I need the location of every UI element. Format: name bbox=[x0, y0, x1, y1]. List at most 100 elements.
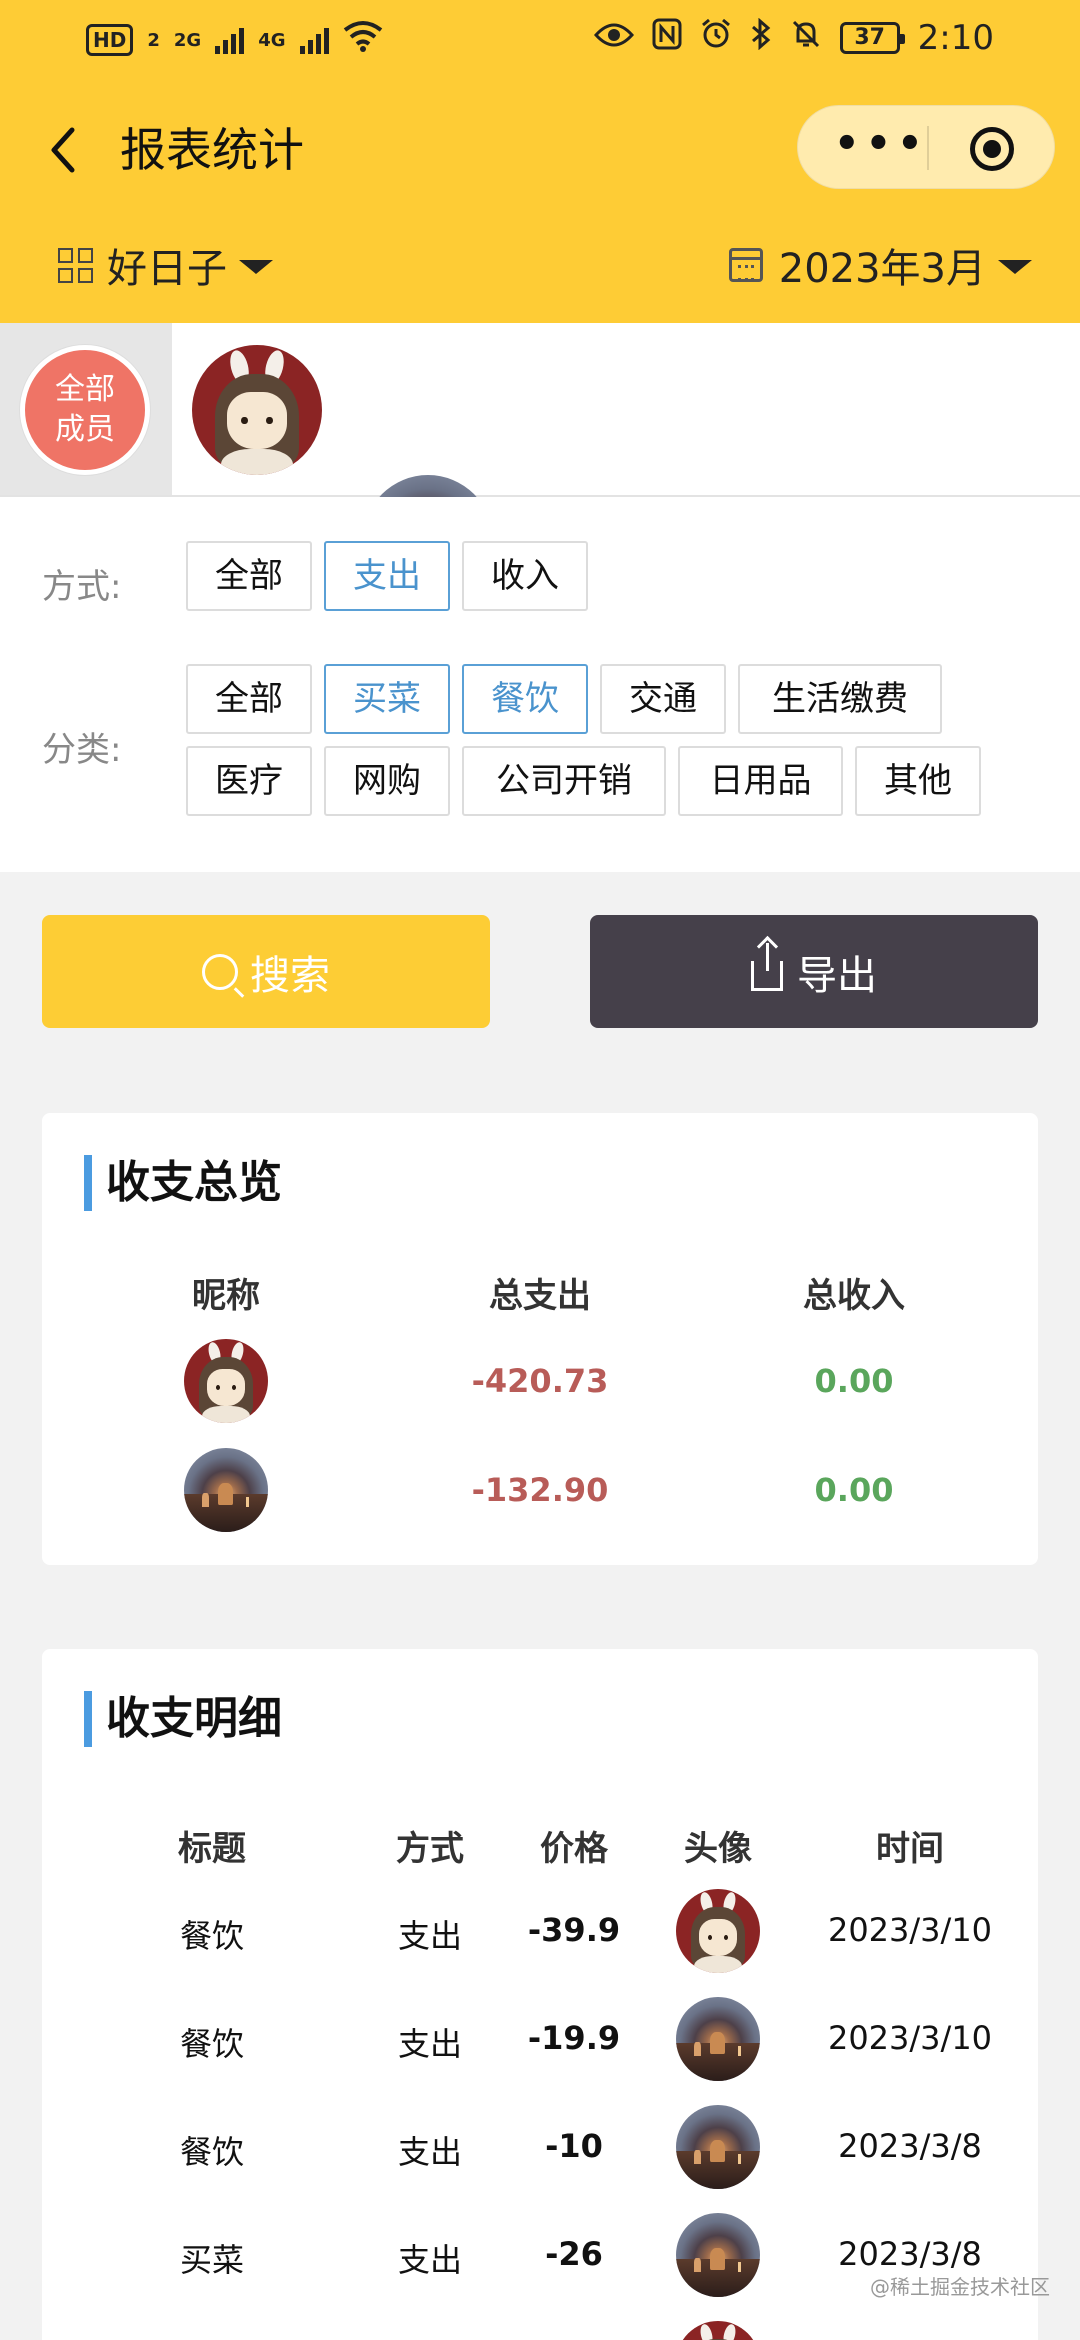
bluetooth-icon bbox=[750, 17, 772, 58]
nav-bar: 报表统计 ••• bbox=[0, 100, 1080, 200]
category-tag-groceries[interactable]: 买菜 bbox=[324, 664, 450, 734]
detail-header-time: 时间 bbox=[876, 1829, 944, 1869]
detail-row-title: 餐饮 bbox=[179, 2025, 244, 2063]
detail-row-method: 支出 bbox=[397, 1917, 462, 1955]
detail-row-time: 2023/3/10 bbox=[827, 2019, 993, 2057]
ledger-selector[interactable]: 好日子 bbox=[58, 235, 273, 295]
nfc-icon bbox=[652, 18, 682, 58]
mini-program-capsule: ••• bbox=[797, 105, 1055, 189]
detail-row-time: 2023/3/8 bbox=[838, 2235, 982, 2273]
detail-row-time: 2023/3/10 bbox=[827, 1911, 993, 1949]
detail-row-price: -10 bbox=[545, 2127, 603, 2165]
overview-card: 收支总览 昵称 总支出 总收入 -420.73 0.00 -132.90 0.0… bbox=[42, 1113, 1038, 1565]
all-members-label-1: 全部 bbox=[55, 372, 115, 407]
detail-row-title: 餐饮 bbox=[179, 2133, 244, 2171]
all-members-button[interactable]: 全部 成员 bbox=[20, 345, 150, 475]
alarm-icon bbox=[700, 18, 732, 58]
ledger-month-bar: 好日子 2023年3月 bbox=[0, 235, 1080, 295]
status-right: 37 2:10 bbox=[593, 17, 994, 58]
overview-row-avatar bbox=[184, 1448, 268, 1532]
grid-icon bbox=[58, 247, 93, 283]
month-label: 2023年3月 bbox=[778, 246, 986, 292]
detail-row-price: -26 bbox=[545, 2235, 603, 2273]
export-button-label: 导出 bbox=[797, 952, 877, 999]
detail-row-title: 买菜 bbox=[179, 2241, 244, 2279]
detail-row-method: 支出 bbox=[397, 2133, 462, 2171]
all-members-tab[interactable]: 全部 成员 bbox=[0, 323, 172, 495]
all-members-label-2: 成员 bbox=[55, 412, 115, 447]
detail-row-avatar bbox=[676, 1889, 760, 1973]
detail-row-price: -39.9 bbox=[527, 1911, 621, 1949]
battery-icon: 37 bbox=[839, 22, 905, 54]
detail-row-title: 餐饮 bbox=[179, 1917, 244, 1955]
detail-title: 收支明细 bbox=[84, 1691, 282, 1747]
overview-header-nickname: 昵称 bbox=[192, 1276, 260, 1316]
filter-panel: 方式: 全部 支出 收入 分类: 全部 买菜 餐饮 交通 生活缴费 医疗 网购 … bbox=[0, 497, 1080, 872]
category-tag-utilities[interactable]: 生活缴费 bbox=[738, 664, 942, 734]
method-label: 方式: bbox=[42, 567, 122, 607]
detail-row-avatar bbox=[676, 1997, 760, 2081]
back-arrow-icon[interactable] bbox=[46, 126, 82, 174]
detail-row-avatar bbox=[676, 2321, 760, 2340]
detail-row-avatar bbox=[676, 2213, 760, 2297]
month-selector[interactable]: 2023年3月 bbox=[728, 235, 1032, 295]
watermark: @稀土掘金技术社区 bbox=[870, 2275, 1050, 2299]
search-icon bbox=[202, 953, 238, 990]
overview-income-value: 0.00 bbox=[814, 1362, 894, 1400]
hd-badge: HD bbox=[86, 24, 134, 56]
overview-expense-value: -420.73 bbox=[471, 1362, 609, 1400]
category-tag-dining[interactable]: 餐饮 bbox=[462, 664, 588, 734]
overview-income-value: 0.00 bbox=[814, 1471, 894, 1509]
category-label: 分类: bbox=[42, 730, 122, 770]
overview-title: 收支总览 bbox=[84, 1155, 282, 1211]
method-tag-expense[interactable]: 支出 bbox=[324, 541, 450, 611]
sim-label: 2 bbox=[147, 29, 160, 51]
member-avatar-girl[interactable] bbox=[192, 345, 322, 475]
close-target-icon[interactable] bbox=[970, 127, 1014, 171]
caret-down-icon bbox=[239, 260, 273, 274]
search-button-label: 搜索 bbox=[250, 952, 330, 999]
detail-header-method: 方式 bbox=[396, 1829, 464, 1869]
detail-row-method: 支出 bbox=[397, 2025, 462, 2063]
net-label-4g: 4G bbox=[258, 29, 286, 51]
capsule-divider bbox=[927, 126, 929, 170]
status-bar: HD 2 2G 4G 37 2:10 bbox=[0, 0, 1080, 80]
status-left: HD 2 2G 4G bbox=[86, 20, 383, 60]
mute-bell-icon bbox=[790, 18, 822, 58]
ledger-name: 好日子 bbox=[107, 246, 227, 292]
signal-icon bbox=[215, 26, 245, 54]
overview-row-avatar bbox=[184, 1339, 268, 1423]
detail-row-time: 2023/3/8 bbox=[838, 2127, 982, 2165]
category-tag-all[interactable]: 全部 bbox=[186, 664, 312, 734]
share-export-icon bbox=[751, 942, 783, 991]
caret-down-icon bbox=[998, 260, 1032, 274]
net-label-2g: 2G bbox=[173, 29, 202, 51]
category-tag-online-shopping[interactable]: 网购 bbox=[324, 746, 450, 816]
category-tag-company-expense[interactable]: 公司开销 bbox=[462, 746, 666, 816]
category-tag-other[interactable]: 其他 bbox=[855, 746, 981, 816]
method-tag-all[interactable]: 全部 bbox=[186, 541, 312, 611]
detail-card: 收支明细 标题 方式 价格 头像 时间 餐饮 支出 -39.9 2023/3/1… bbox=[42, 1649, 1038, 2340]
detail-row-method: 支出 bbox=[397, 2241, 462, 2279]
header: HD 2 2G 4G 37 2:10 报表统计 ••• 好日子 2023年3月 bbox=[0, 0, 1080, 323]
category-tag-medical[interactable]: 医疗 bbox=[186, 746, 312, 816]
detail-header-price: 价格 bbox=[540, 1829, 608, 1869]
member-selector: 全部 成员 bbox=[0, 323, 1080, 605]
calendar-icon bbox=[728, 248, 763, 282]
category-tag-daily-goods[interactable]: 日用品 bbox=[678, 746, 843, 816]
overview-header-income: 总收入 bbox=[803, 1276, 905, 1316]
search-button[interactable]: 搜索 bbox=[42, 915, 490, 1028]
overview-expense-value: -132.90 bbox=[471, 1471, 609, 1509]
detail-row-price: -19.9 bbox=[527, 2019, 621, 2057]
detail-header-title: 标题 bbox=[178, 1829, 246, 1869]
status-time: 2:10 bbox=[917, 18, 994, 58]
category-tag-transport[interactable]: 交通 bbox=[600, 664, 726, 734]
overview-header-expense: 总支出 bbox=[489, 1276, 591, 1316]
detail-header-avatar: 头像 bbox=[684, 1829, 752, 1869]
page-title: 报表统计 bbox=[120, 123, 304, 177]
eye-icon bbox=[593, 19, 634, 57]
signal-icon-2 bbox=[299, 26, 329, 54]
more-dots-icon[interactable]: ••• bbox=[834, 124, 924, 172]
method-tag-income[interactable]: 收入 bbox=[462, 541, 588, 611]
export-button[interactable]: 导出 bbox=[590, 915, 1038, 1028]
